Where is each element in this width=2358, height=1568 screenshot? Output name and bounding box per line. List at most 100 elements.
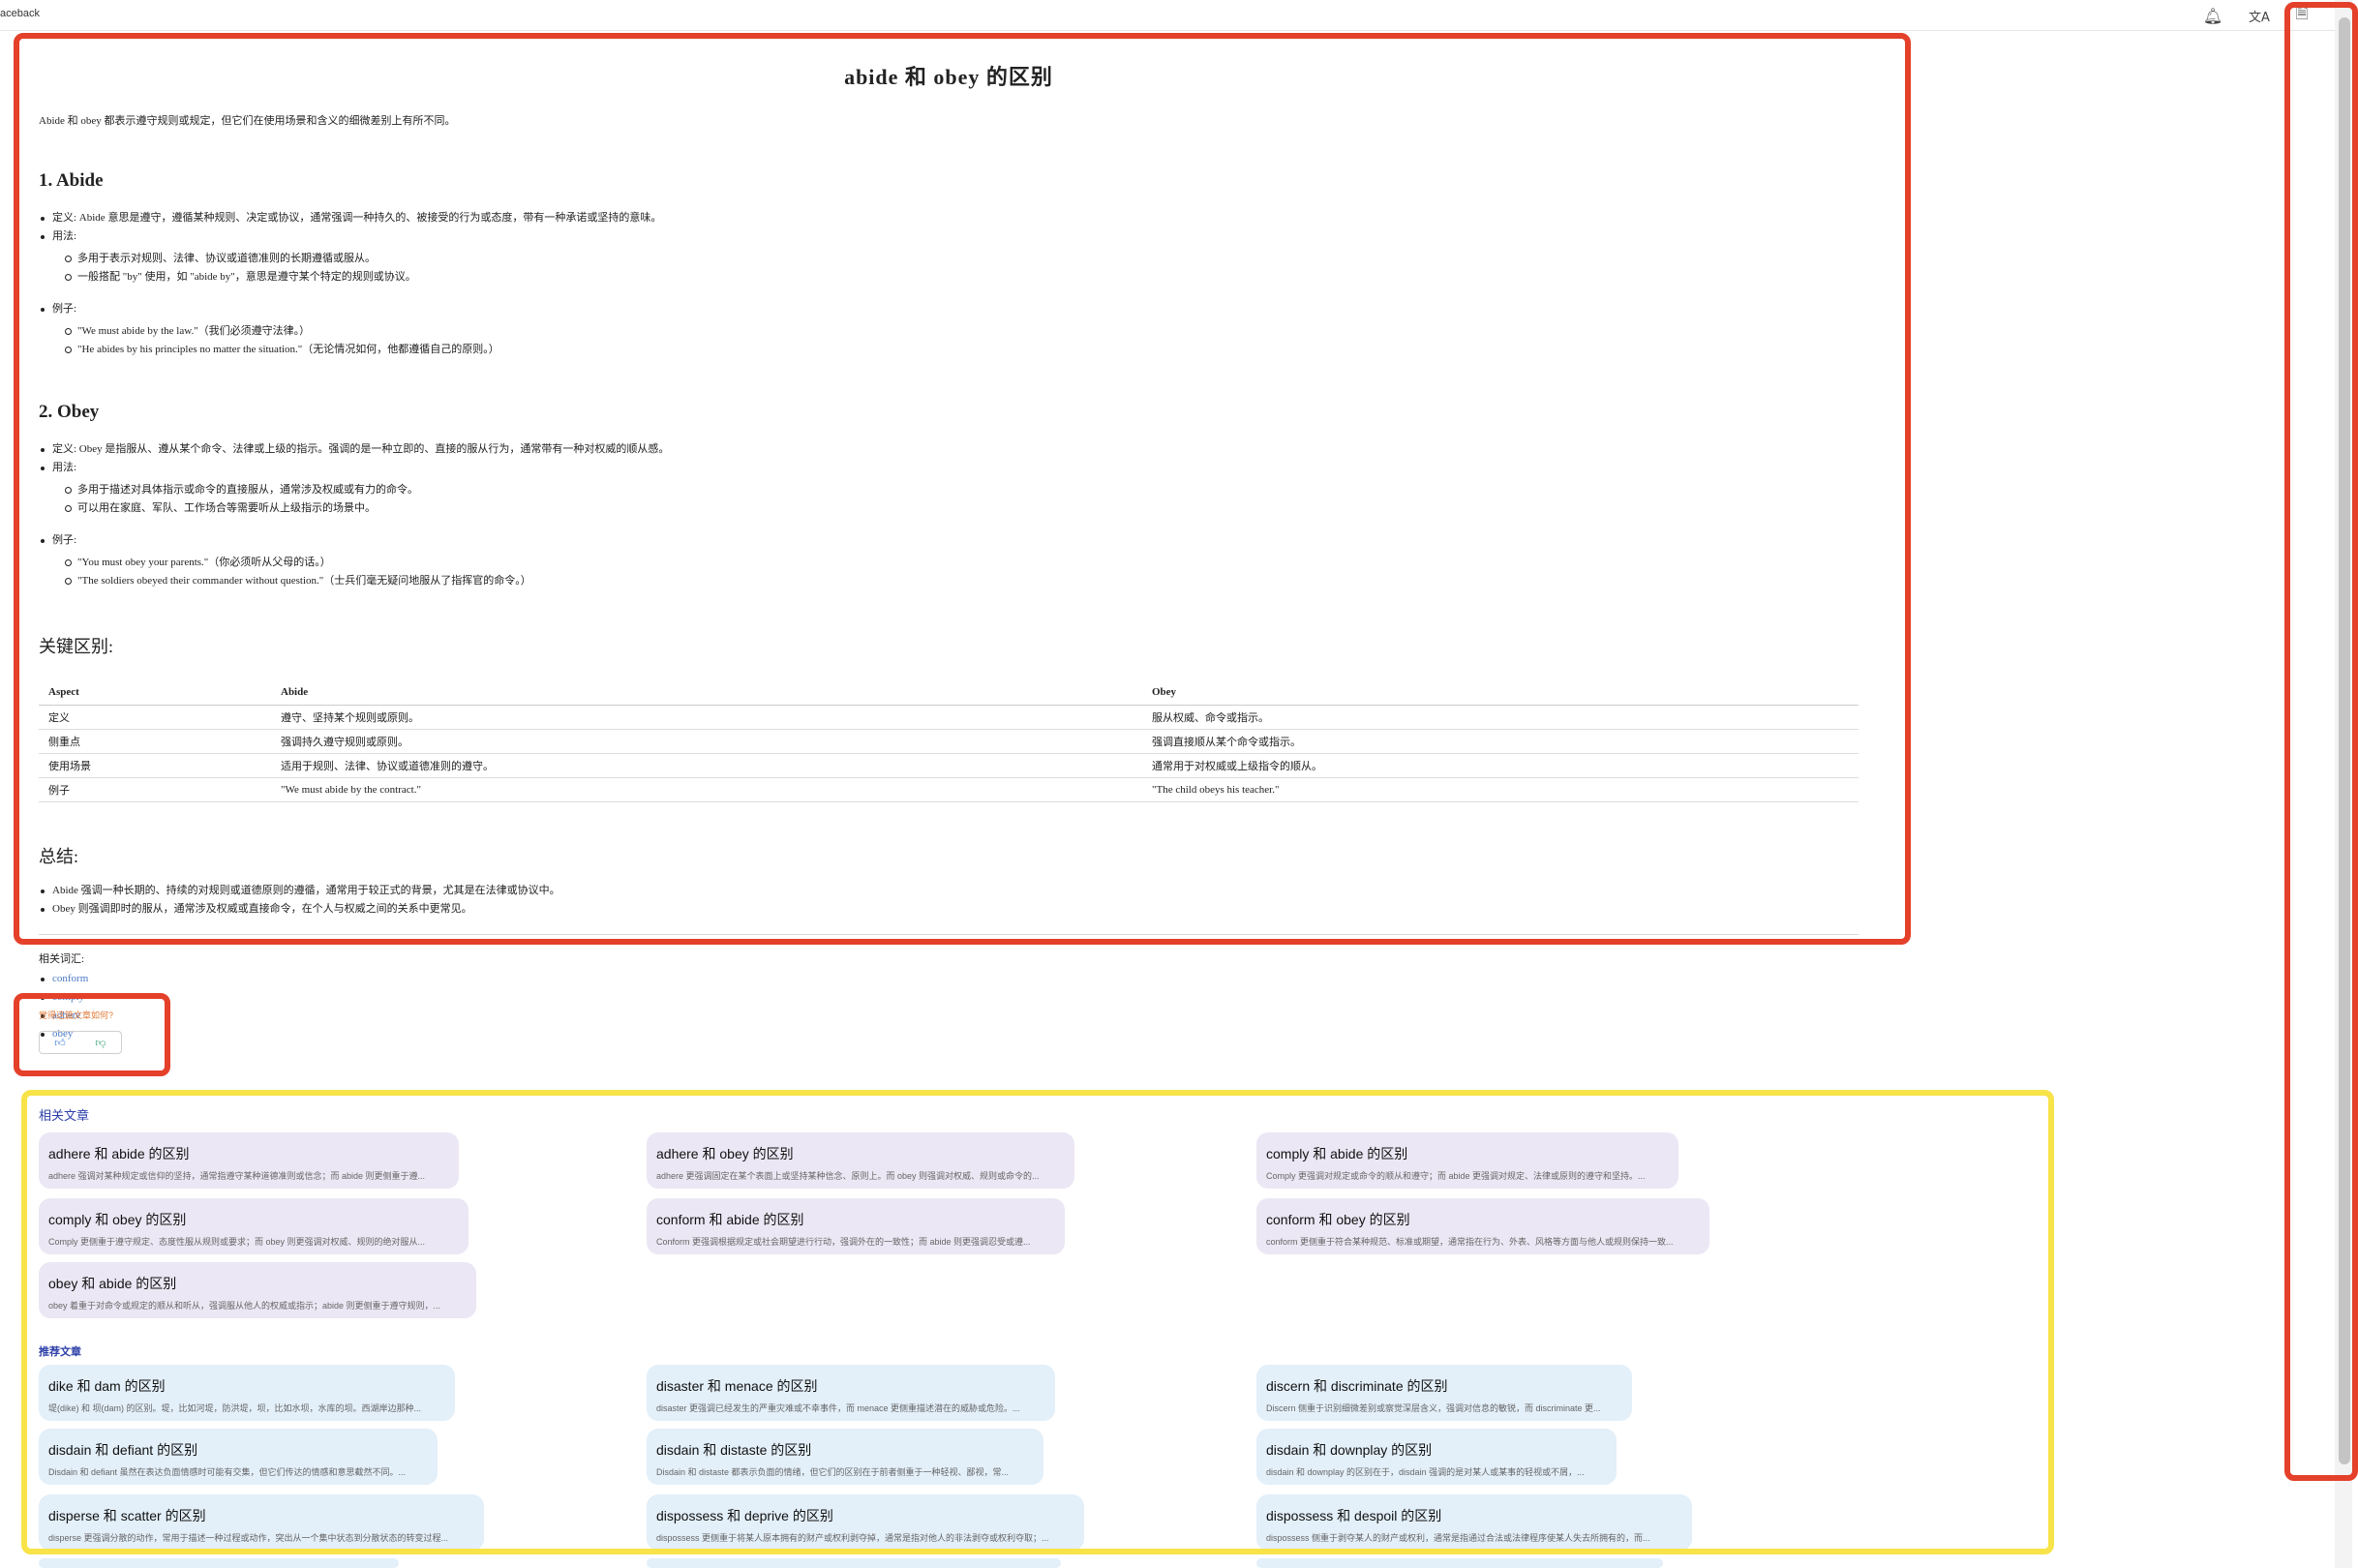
abide-usage-item: 一般搭配 "by" 使用，如 "abide by"，意思是遵守某个特定的规则或协… [62, 268, 1859, 286]
recommended-article-card[interactable]: discern 和 discriminate 的区别 Discern 侧重于识别… [1256, 1365, 1632, 1421]
recommended-article-card[interactable]: disdain 和 defiant 的区别 Disdain 和 defiant … [39, 1429, 438, 1485]
recommended-article-card[interactable]: disdain 和 downplay 的区别 disdain 和 downpla… [1256, 1429, 1617, 1485]
table-row: 定义 遵守、坚持某个规则或原则。 服从权威、命令或指示。 [39, 705, 1859, 730]
top-bar: aceback 🔔︎ 文A 🗎 [0, 0, 2358, 31]
table-header: Abide [271, 679, 1142, 706]
card-description: 堤(dike) 和 坝(dam) 的区别。堤，比如河堤，防洪堤，坝，比如水坝，水… [48, 1403, 422, 1413]
recommended-article-card[interactable]: disperse 和 scatter 的区别 disperse 更强调分散的动作… [39, 1494, 484, 1551]
recommended-article-card[interactable]: dispossess 和 deprive 的区别 dispossess 更侧重于… [647, 1494, 1084, 1551]
obey-definition: 定义: Obey 是指服从、遵从某个命令、法律或上级的指示。强调的是一种立即的、… [39, 440, 1859, 459]
related-article-card[interactable]: adhere 和 abide 的区别 adhere 强调对某种规定或信仰的坚持，… [39, 1132, 459, 1189]
related-word-link[interactable]: conform [39, 970, 1859, 988]
card-description: obey 着重于对命令或规定的顺从和听从，强调服从他人的权威或指示；abide … [48, 1301, 441, 1311]
card-title: disdain 和 distaste 的区别 [656, 1442, 812, 1458]
related-article-card[interactable]: conform 和 obey 的区别 conform 更侧重于符合某种规范、标准… [1256, 1198, 1709, 1254]
table-cell: 服从权威、命令或指示。 [1142, 705, 1859, 730]
brand-label: aceback [0, 8, 40, 19]
recommended-article-card-partial[interactable] [1256, 1558, 1663, 1568]
section-abide-heading: 1. Abide [39, 170, 104, 191]
card-description: adhere 更强调固定在某个表面上或坚持某种信念、原则上。而 obey 则强调… [656, 1171, 1040, 1181]
card-title: dispossess 和 despoil 的区别 [1266, 1508, 1442, 1523]
card-description: Discern 侧重于识别细微差别或察觉深层含义，强调对信息的敏锐，而 disc… [1266, 1403, 1601, 1413]
related-word-link[interactable]: adhere [39, 1007, 1859, 1025]
abide-definition: 定义: Abide 意思是遵守，遵循某种规则、决定或协议，通常强调一种持久的、被… [39, 209, 1859, 227]
related-article-card[interactable]: conform 和 abide 的区别 Conform 更强调根据规定或社会期望… [647, 1198, 1065, 1254]
card-title: conform 和 abide 的区别 [656, 1212, 804, 1227]
card-description: adhere 强调对某种规定或信仰的坚持，通常指遵守某种道德准则或信念；而 ab… [48, 1171, 426, 1181]
thumbs-down-icon[interactable]: 👎︎ [80, 1032, 121, 1053]
article-intro: Abide 和 obey 都表示遵守规则或规定，但它们在使用场景和含义的细微差别… [39, 115, 456, 127]
recommended-article-card[interactable]: disaster 和 menace 的区别 disaster 更强调已经发生的严… [647, 1365, 1055, 1421]
comparison-table: Aspect Abide Obey 定义 遵守、坚持某个规则或原则。 服从权威、… [39, 679, 1859, 802]
card-title: conform 和 obey 的区别 [1266, 1212, 1410, 1227]
table-cell: 强调直接顺从某个命令或指示。 [1142, 729, 1859, 754]
section-obey-heading: 2. Obey [39, 402, 100, 422]
table-row: 使用场景 适用于规则、法律、协议或道德准则的遵守。 通常用于对权威或上级指令的顺… [39, 753, 1859, 778]
table-cell: 例子 [39, 777, 271, 802]
recommended-article-card[interactable]: dike 和 dam 的区别 堤(dike) 和 坝(dam) 的区别。堤，比如… [39, 1365, 455, 1421]
obey-examples: 例子: "You must obey your parents."（你必须听从父… [39, 531, 1859, 590]
table-row: 侧重点 强调持久遵守规则或原则。 强调直接顺从某个命令或指示。 [39, 729, 1859, 754]
table-cell: 适用于规则、法律、协议或道德准则的遵守。 [271, 753, 1142, 778]
usage-label: 用法: [52, 462, 77, 473]
document-icon[interactable]: 🗎 [2290, 4, 2313, 27]
table-cell: "The child obeys his teacher." [1142, 777, 1859, 802]
example-label: 例子: [52, 303, 77, 315]
related-article-card[interactable]: comply 和 obey 的区别 Comply 更侧重于遵守规定、态度性服从规… [39, 1198, 469, 1254]
bell-icon[interactable]: 🔔︎ [2201, 4, 2224, 27]
feedback-widget: 觉得这篇文章如何? 👍︎ 👎︎ [39, 1009, 122, 1054]
card-title: disaster 和 menace 的区别 [656, 1378, 818, 1394]
abide-usage: 用法: 多用于表示对规则、法律、协议或道德准则的长期遵循或服从。 一般搭配 "b… [39, 227, 1859, 286]
card-description: disaster 更强调已经发生的严重灾难或不幸事件，而 menace 更侧重描… [656, 1403, 1020, 1413]
card-title: disdain 和 defiant 的区别 [48, 1442, 198, 1458]
usage-label: 用法: [52, 230, 77, 242]
abide-example-item: "We must abide by the law."（我们必须遵守法律。） [62, 322, 1859, 341]
card-description: disdain 和 downplay 的区别在于，disdain 强调的是对某人… [1266, 1467, 1585, 1477]
table-cell: 使用场景 [39, 753, 271, 778]
related-word-link[interactable]: comply [39, 988, 1859, 1007]
related-word-link[interactable]: obey [39, 1025, 1859, 1043]
card-title: disdain 和 downplay 的区别 [1266, 1442, 1433, 1458]
card-description: Disdain 和 defiant 虽然在表达负面情感时可能有交集，但它们传达的… [48, 1467, 407, 1477]
related-article-card[interactable]: adhere 和 obey 的区别 adhere 更强调固定在某个表面上或坚持某… [647, 1132, 1074, 1189]
card-title: comply 和 obey 的区别 [48, 1212, 187, 1227]
card-title: disperse 和 scatter 的区别 [48, 1508, 206, 1523]
related-articles-heading: 相关文章 [39, 1108, 90, 1123]
summary-item: Abide 强调一种长期的、持续的对规则或道德原则的遵循，通常用于较正式的背景，… [39, 882, 1859, 900]
table-cell: "We must abide by the contract." [271, 777, 1142, 802]
summary-item: Obey 则强调即时的服从，通常涉及权威或直接命令，在个人与权威之间的关系中更常… [39, 900, 1859, 919]
scrollbar-thumb[interactable] [2339, 17, 2350, 1464]
card-description: Disdain 和 distaste 都表示负面的情绪，但它们的区别在于前者侧重… [656, 1467, 1010, 1477]
card-title: comply 和 abide 的区别 [1266, 1146, 1408, 1161]
abide-examples: 例子: "We must abide by the law."（我们必须遵守法律… [39, 300, 1859, 359]
article-content: abide 和 obey 的区别 Abide 和 obey 都表示遵守规则或规定… [39, 33, 1859, 1043]
card-title: adhere 和 obey 的区别 [656, 1146, 794, 1161]
key-differences-heading: 关键区别: [39, 637, 114, 656]
recommended-article-card[interactable]: dispossess 和 despoil 的区别 dispossess 侧重于剥… [1256, 1494, 1692, 1551]
feedback-buttons: 👍︎ 👎︎ [39, 1031, 122, 1054]
article-title: abide 和 obey 的区别 [844, 65, 1053, 89]
table-header: Obey [1142, 679, 1859, 706]
obey-usage: 用法: 多用于描述对具体指示或命令的直接服从，通常涉及权威或有力的命令。 可以用… [39, 459, 1859, 518]
recommended-article-card-partial[interactable] [647, 1558, 1061, 1568]
table-header: Aspect [39, 679, 271, 706]
card-description: dispossess 更侧重于将某人原本拥有的财产或权利剥夺掉，通常是指对他人的… [656, 1533, 1049, 1543]
table-row: 例子 "We must abide by the contract." "The… [39, 777, 1859, 802]
card-title: discern 和 discriminate 的区别 [1266, 1378, 1448, 1394]
recommended-article-card[interactable]: disdain 和 distaste 的区别 Disdain 和 distast… [647, 1429, 1043, 1485]
related-article-card[interactable]: comply 和 abide 的区别 Comply 更强调对规定或命令的顺从和遵… [1256, 1132, 1678, 1189]
recommended-article-card-partial[interactable] [39, 1558, 399, 1568]
related-words-label: 相关词汇: [39, 952, 85, 965]
translate-icon[interactable]: 文A [2248, 4, 2271, 27]
card-description: Comply 更侧重于遵守规定、态度性服从规则或要求；而 obey 则更强调对权… [48, 1237, 426, 1247]
thumbs-up-icon[interactable]: 👍︎ [40, 1032, 80, 1053]
related-article-card[interactable]: obey 和 abide 的区别 obey 着重于对命令或规定的顺从和听从，强调… [39, 1262, 476, 1318]
card-description: dispossess 侧重于剥夺某人的财产或权利，通常是指通过合法或法律程序使某… [1266, 1533, 1650, 1543]
card-title: adhere 和 abide 的区别 [48, 1146, 190, 1161]
card-description: Comply 更强调对规定或命令的顺从和遵守；而 abide 更强调对规定、法律… [1266, 1171, 1646, 1181]
card-title: obey 和 abide 的区别 [48, 1276, 177, 1291]
obey-usage-item: 多用于描述对具体指示或命令的直接服从，通常涉及权威或有力的命令。 [62, 481, 1859, 499]
table-cell: 遵守、坚持某个规则或原则。 [271, 705, 1142, 730]
card-description: conform 更侧重于符合某种规范、标准或期望，通常指在行为、外表、风格等方面… [1266, 1237, 1674, 1247]
obey-example-item: "You must obey your parents."（你必须听从父母的话。… [62, 554, 1859, 572]
